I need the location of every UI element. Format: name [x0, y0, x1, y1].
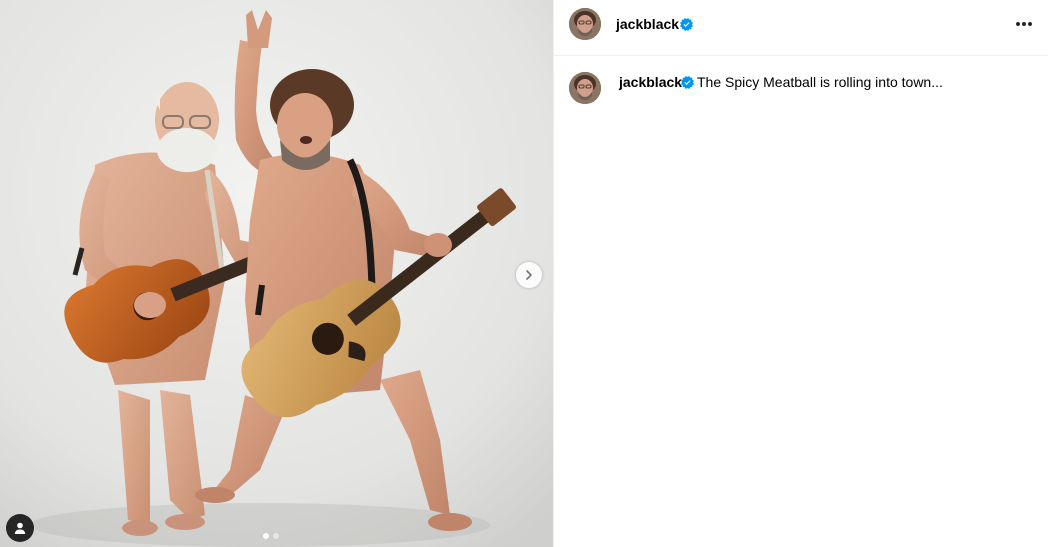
more-options-icon — [1016, 22, 1020, 26]
post-photo — [0, 0, 553, 547]
more-options-button[interactable] — [1012, 16, 1036, 32]
user-tag-icon — [14, 522, 26, 534]
verified-badge-icon — [681, 76, 694, 89]
profile-picture — [569, 8, 601, 40]
carousel-indicator — [263, 533, 279, 539]
chevron-right-icon — [526, 270, 532, 280]
post-header: jackblack — [554, 0, 1048, 56]
tagged-users-button[interactable] — [6, 514, 34, 542]
carousel-dot — [273, 533, 279, 539]
avatar[interactable] — [569, 72, 601, 104]
profile-picture — [569, 72, 601, 104]
carousel-next-button[interactable] — [516, 262, 542, 288]
verified-badge-icon — [680, 18, 693, 31]
avatar[interactable] — [569, 8, 601, 40]
more-options-icon — [1022, 22, 1026, 26]
post-details-panel: jackblack jackblack The Spicy Meatball i… — [554, 0, 1048, 547]
caption-author-username[interactable]: jackblack — [619, 73, 682, 91]
caption-text: The Spicy Meatball is rolling into town.… — [697, 74, 943, 90]
more-options-icon — [1028, 22, 1032, 26]
post-caption: jackblack The Spicy Meatball is rolling … — [554, 56, 1048, 116]
post-media[interactable] — [0, 0, 553, 547]
post-author-username[interactable]: jackblack — [616, 15, 679, 33]
carousel-dot-active — [263, 533, 269, 539]
